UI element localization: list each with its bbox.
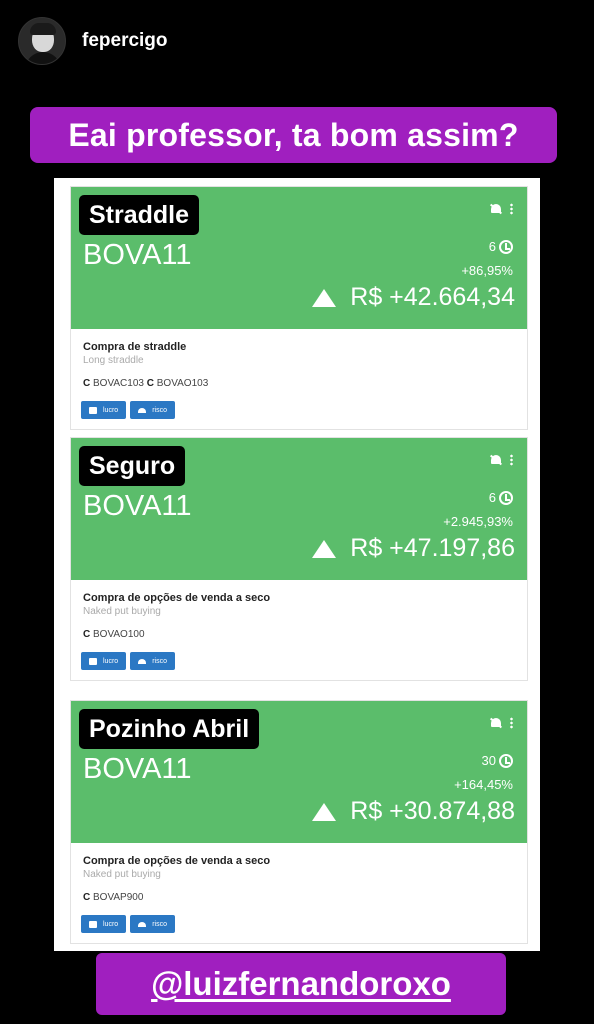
card-tag: Pozinho Abril xyxy=(79,709,260,749)
lock-icon xyxy=(89,406,97,414)
leg-symbol: BOVAC103 xyxy=(93,378,144,389)
lucro-button[interactable]: lucro xyxy=(81,915,127,933)
card-buttons: lucro risco xyxy=(81,652,175,670)
risco-label: risco xyxy=(152,406,167,414)
card-tag: Seguro xyxy=(79,446,186,486)
risco-button[interactable]: risco xyxy=(130,652,175,670)
clock-icon xyxy=(499,753,513,768)
option-legs: C BOVAP900 xyxy=(83,892,515,903)
risco-button[interactable]: risco xyxy=(130,401,175,419)
triangle-up-icon xyxy=(312,539,337,558)
card-icons xyxy=(490,454,513,466)
profit-value: R$ +47.197,86 xyxy=(350,534,515,562)
caption-top: Eai professor, ta bom assim? xyxy=(30,107,557,163)
card-info: Compra de opções de venda a seco Naked p… xyxy=(71,843,527,943)
strategy-title: Compra de opções de venda a seco xyxy=(83,592,271,604)
lucro-label: lucro xyxy=(103,920,119,928)
card-banner: Pozinho Abril BOVA11 30 +164,45% R$ +30.… xyxy=(71,701,527,843)
avatar[interactable] xyxy=(18,17,66,65)
leg-type: C xyxy=(83,892,91,903)
avatar-body xyxy=(25,52,61,64)
triangle-up-icon xyxy=(312,288,337,307)
strategy-subtitle: Naked put buying xyxy=(83,869,161,880)
card-buttons: lucro risco xyxy=(81,401,175,419)
card-percent: +2.945,93% xyxy=(443,514,513,529)
umbrella-icon xyxy=(138,658,147,664)
strategy-subtitle: Naked put buying xyxy=(83,606,161,617)
profit-value: R$ +42.664,34 xyxy=(350,283,515,311)
risco-label: risco xyxy=(152,657,167,665)
lucro-button[interactable]: lucro xyxy=(81,401,127,419)
days-value: 6 xyxy=(488,239,496,254)
days-value: 30 xyxy=(481,753,496,768)
strategy-card-straddle: Straddle BOVA11 6 +86,95% R$ +42.664,34 … xyxy=(70,186,528,430)
card-ticker: BOVA11 xyxy=(83,239,192,271)
leg-type: C xyxy=(146,378,154,389)
card-ticker: BOVA11 xyxy=(83,490,192,522)
card-days: 6 xyxy=(489,239,513,254)
card-info: Compra de straddle Long straddle C BOVAC… xyxy=(71,329,527,429)
option-legs: C BOVAC103 C BOVAO103 xyxy=(83,378,515,389)
caption-bottom[interactable]: @luizfernandoroxo xyxy=(96,953,506,1015)
card-banner: Straddle BOVA11 6 +86,95% R$ +42.664,34 xyxy=(71,187,527,329)
bell-off-icon[interactable] xyxy=(490,717,502,729)
card-days: 30 xyxy=(482,753,513,768)
lock-icon xyxy=(89,657,97,665)
card-tag: Straddle xyxy=(79,195,200,235)
card-profit: R$ +47.197,86 xyxy=(312,534,515,563)
strategy-title: Compra de opções de venda a seco xyxy=(83,855,271,867)
avatar-hair xyxy=(30,23,56,35)
leg-type: C xyxy=(83,629,91,640)
card-ticker: BOVA11 xyxy=(83,753,192,785)
username[interactable]: fepercigo xyxy=(82,30,168,52)
card-percent: +86,95% xyxy=(461,263,513,278)
card-profit: R$ +42.664,34 xyxy=(312,283,515,312)
card-profit: R$ +30.874,88 xyxy=(312,797,515,826)
lock-icon xyxy=(89,920,97,928)
lucro-label: lucro xyxy=(103,657,119,665)
card-buttons: lucro risco xyxy=(81,915,175,933)
card-percent: +164,45% xyxy=(454,777,513,792)
bell-off-icon[interactable] xyxy=(490,203,502,215)
card-icons xyxy=(490,203,513,215)
card-icons xyxy=(490,717,513,729)
card-days: 6 xyxy=(489,490,513,505)
strategy-subtitle: Long straddle xyxy=(83,355,144,366)
days-value: 6 xyxy=(488,490,496,505)
leg-symbol: BOVAO100 xyxy=(93,629,145,640)
leg-type: C xyxy=(83,378,91,389)
leg-symbol: BOVAP900 xyxy=(93,892,144,903)
clock-icon xyxy=(499,239,513,254)
profit-value: R$ +30.874,88 xyxy=(350,797,515,825)
triangle-up-icon xyxy=(312,802,337,821)
lucro-button[interactable]: lucro xyxy=(81,652,127,670)
mention-link[interactable]: @luizfernandoroxo xyxy=(151,965,451,1003)
umbrella-icon xyxy=(138,407,147,413)
story-header: fepercigo xyxy=(18,14,168,68)
option-legs: C BOVAO100 xyxy=(83,629,515,640)
leg-symbol: BOVAO103 xyxy=(156,378,209,389)
more-vertical-icon[interactable] xyxy=(510,454,513,466)
more-vertical-icon[interactable] xyxy=(510,717,513,729)
strategy-card-seguro: Seguro BOVA11 6 +2.945,93% R$ +47.197,86… xyxy=(70,437,528,681)
more-vertical-icon[interactable] xyxy=(510,203,513,215)
lucro-label: lucro xyxy=(103,406,119,414)
screenshot-panel: Straddle BOVA11 6 +86,95% R$ +42.664,34 … xyxy=(54,178,540,951)
clock-icon xyxy=(499,490,513,505)
strategy-title: Compra de straddle xyxy=(83,341,187,353)
strategy-card-pozinho-abril: Pozinho Abril BOVA11 30 +164,45% R$ +30.… xyxy=(70,700,528,944)
umbrella-icon xyxy=(138,921,147,927)
card-info: Compra de opções de venda a seco Naked p… xyxy=(71,580,527,680)
card-banner: Seguro BOVA11 6 +2.945,93% R$ +47.197,86 xyxy=(71,438,527,580)
bell-off-icon[interactable] xyxy=(490,454,502,466)
risco-button[interactable]: risco xyxy=(130,915,175,933)
risco-label: risco xyxy=(152,920,167,928)
